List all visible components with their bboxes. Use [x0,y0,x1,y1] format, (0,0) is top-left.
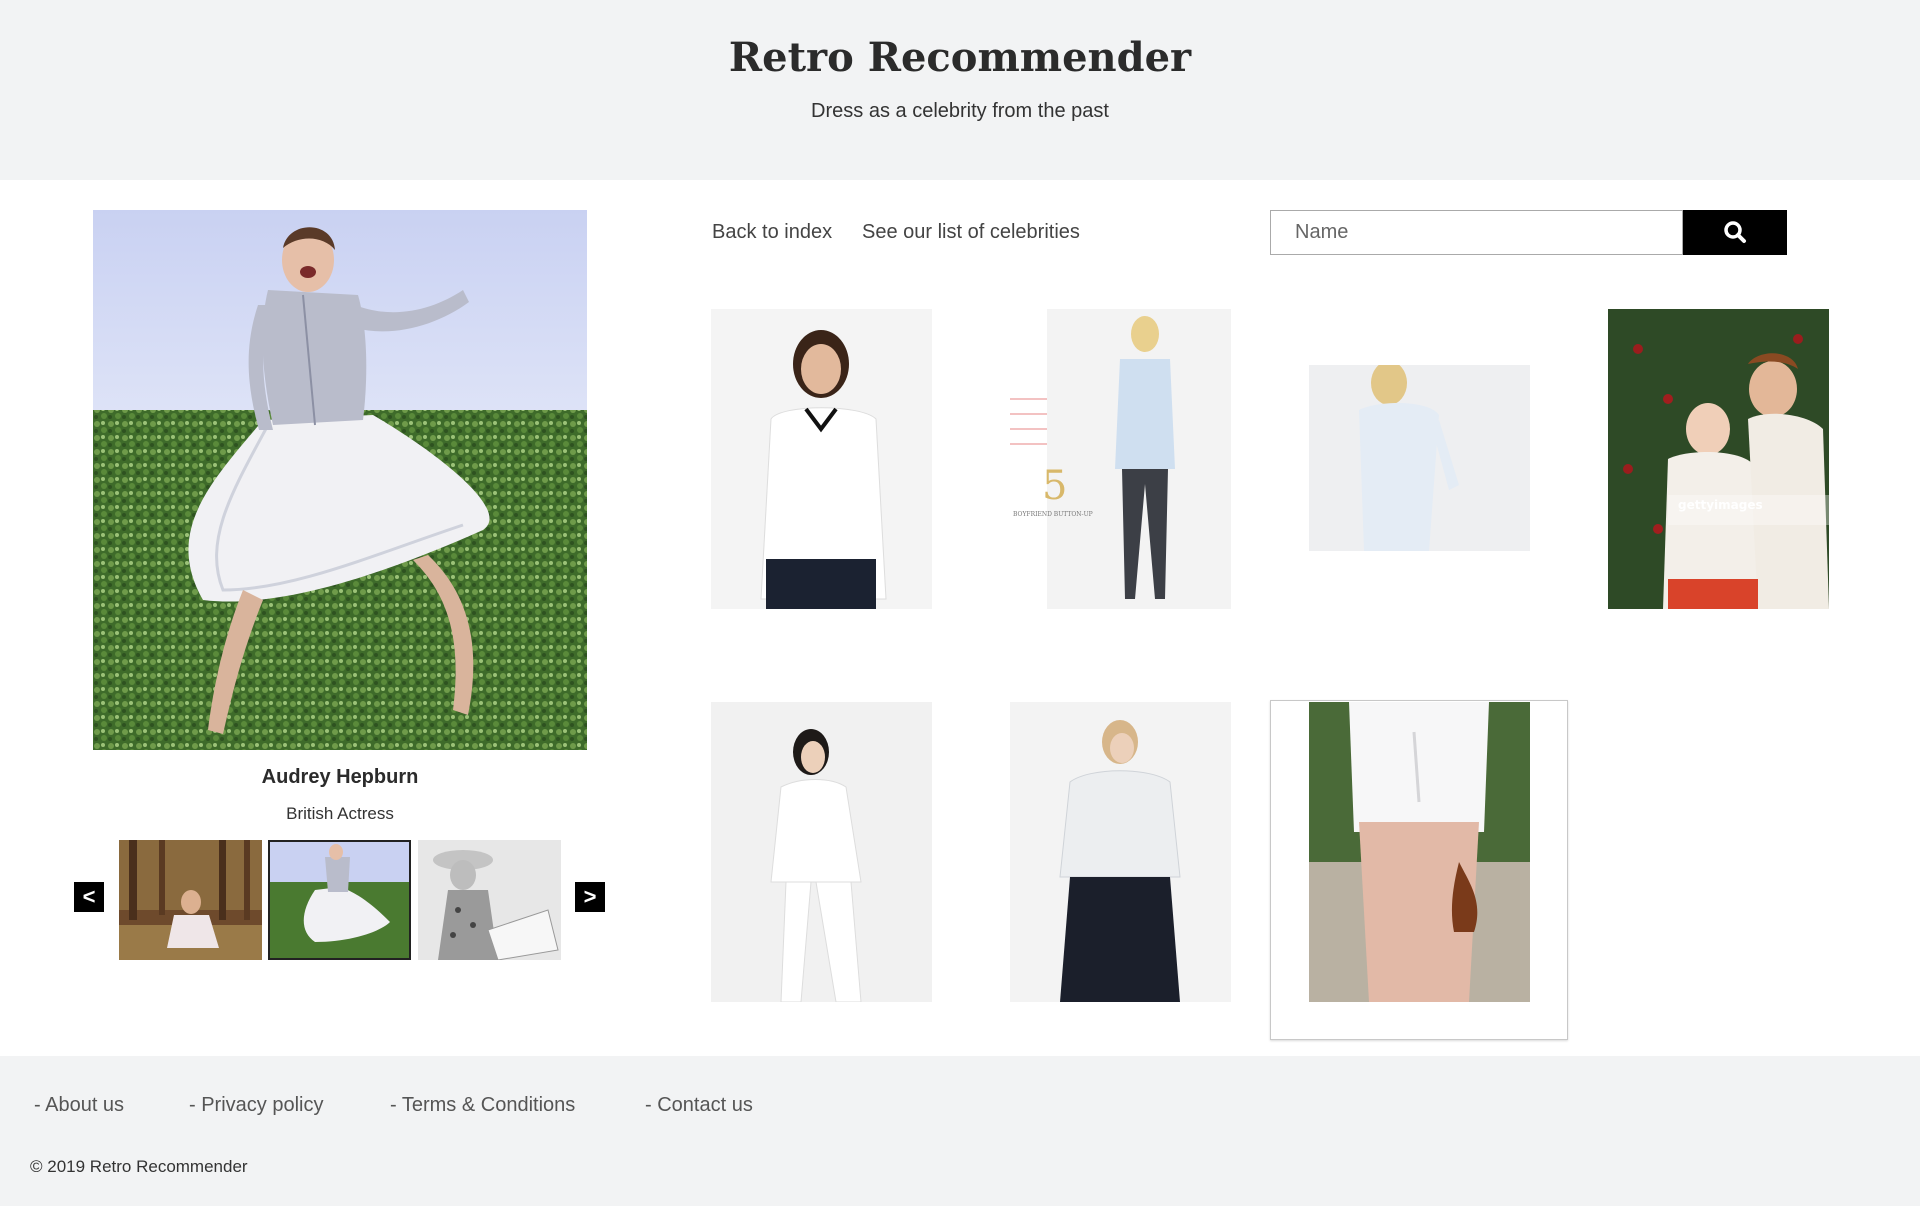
carousel-next-button[interactable]: > [575,882,605,912]
product-card[interactable] [1309,702,1530,1002]
boyfriend-number: 5 [1042,463,1067,509]
carousel-thumbnail[interactable] [418,840,561,960]
site-header: Retro Recommender Dress as a celebrity f… [0,0,1920,180]
product-card[interactable]: 5 BOYFRIEND BUTTON-UP [1010,309,1231,609]
carousel-thumbnail[interactable] [119,840,262,960]
back-to-index-link[interactable]: Back to index [712,221,832,244]
celebrities-list-link[interactable]: See our list of celebrities [862,221,1080,244]
footer-link-about[interactable]: - About us [34,1094,124,1117]
product-card[interactable] [711,702,932,1002]
search-button[interactable] [1683,210,1787,255]
product-card[interactable] [711,309,932,609]
carousel-thumbnail-active[interactable] [268,840,411,960]
footer-link-terms[interactable]: - Terms & Conditions [390,1094,575,1117]
site-subtitle: Dress as a celebrity from the past [811,100,1109,122]
search-input[interactable] [1270,210,1683,255]
search-icon [1724,221,1746,243]
site-title: Retro Recommender [728,34,1192,81]
celebrity-description: British Actress [286,804,394,823]
footer-link-privacy[interactable]: - Privacy policy [189,1094,323,1117]
watermark-text: gettyimages [1678,498,1763,512]
copyright-text: © 2019 Retro Recommender [30,1157,248,1176]
carousel-prev-button[interactable]: < [74,882,104,912]
footer-link-contact[interactable]: - Contact us [645,1094,753,1117]
product-card[interactable] [1010,702,1231,1002]
product-card[interactable]: gettyimages [1608,309,1829,609]
celebrity-name: Audrey Hepburn [261,766,419,788]
celebrity-photo [93,210,587,750]
site-footer [0,1056,1920,1206]
boyfriend-text: BOYFRIEND BUTTON-UP [1013,511,1093,518]
product-card[interactable] [1309,365,1530,551]
